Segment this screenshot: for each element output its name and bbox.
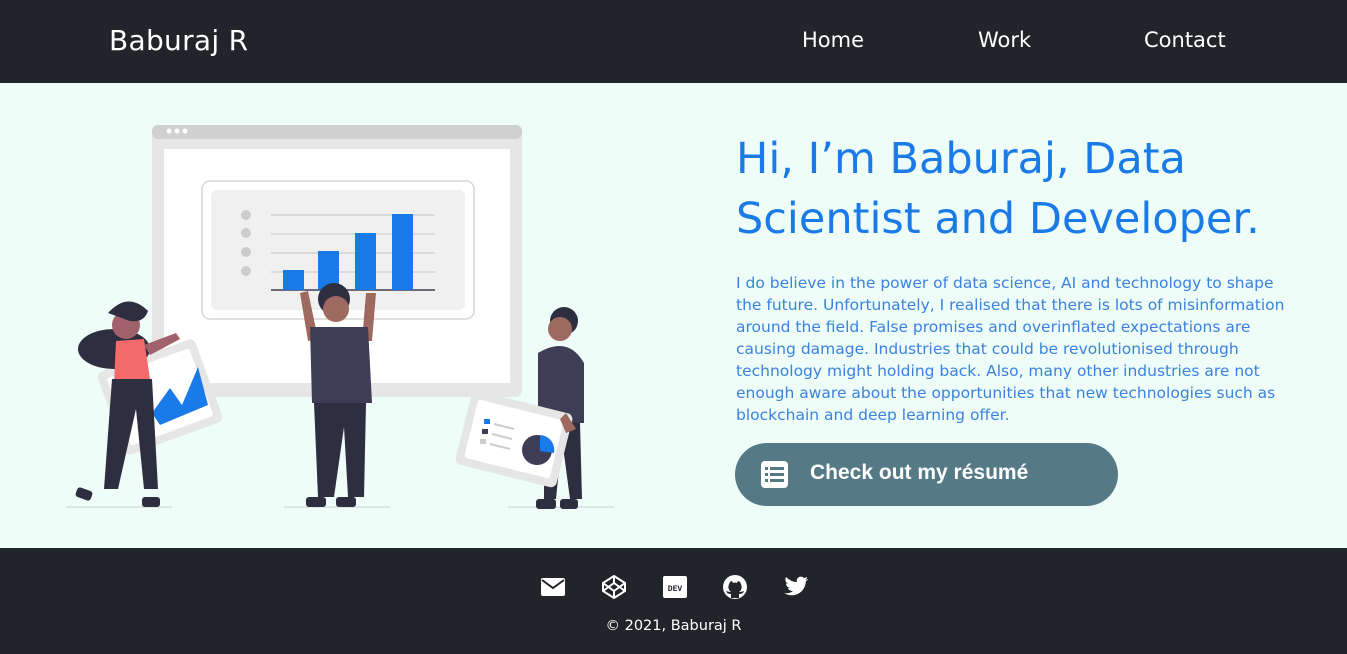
hero-headline: Hi, I’m Baburaj, Data Scientist and Deve… <box>736 134 1260 244</box>
hero-intro: I do believe in the power of data scienc… <box>736 274 1285 424</box>
brand-name[interactable]: Baburaj R <box>109 24 248 57</box>
resume-button[interactable]: Check out my résumé <box>735 443 1118 506</box>
footer: DEV © 2021, Baburaj R <box>0 548 1347 654</box>
resume-button-label: Check out my résumé <box>810 461 1029 484</box>
copyright-text: © 2021, Baburaj R <box>605 618 742 634</box>
document-list-icon <box>761 461 788 488</box>
github-icon[interactable] <box>722 574 748 600</box>
top-navbar: Baburaj R Home Work Contact <box>0 0 1347 83</box>
dev-icon[interactable]: DEV <box>662 574 688 600</box>
svg-text:DEV: DEV <box>668 585 683 594</box>
nav-link-work[interactable]: Work <box>978 28 1031 52</box>
hero-section: Hi, I’m Baburaj, Data Scientist and Deve… <box>0 83 1347 548</box>
email-icon[interactable] <box>540 574 566 600</box>
nav-link-contact[interactable]: Contact <box>1144 28 1226 52</box>
codepen-icon[interactable] <box>601 574 627 600</box>
twitter-icon[interactable] <box>783 574 809 600</box>
nav-link-home[interactable]: Home <box>802 28 864 52</box>
data-team-illustration <box>66 125 614 509</box>
